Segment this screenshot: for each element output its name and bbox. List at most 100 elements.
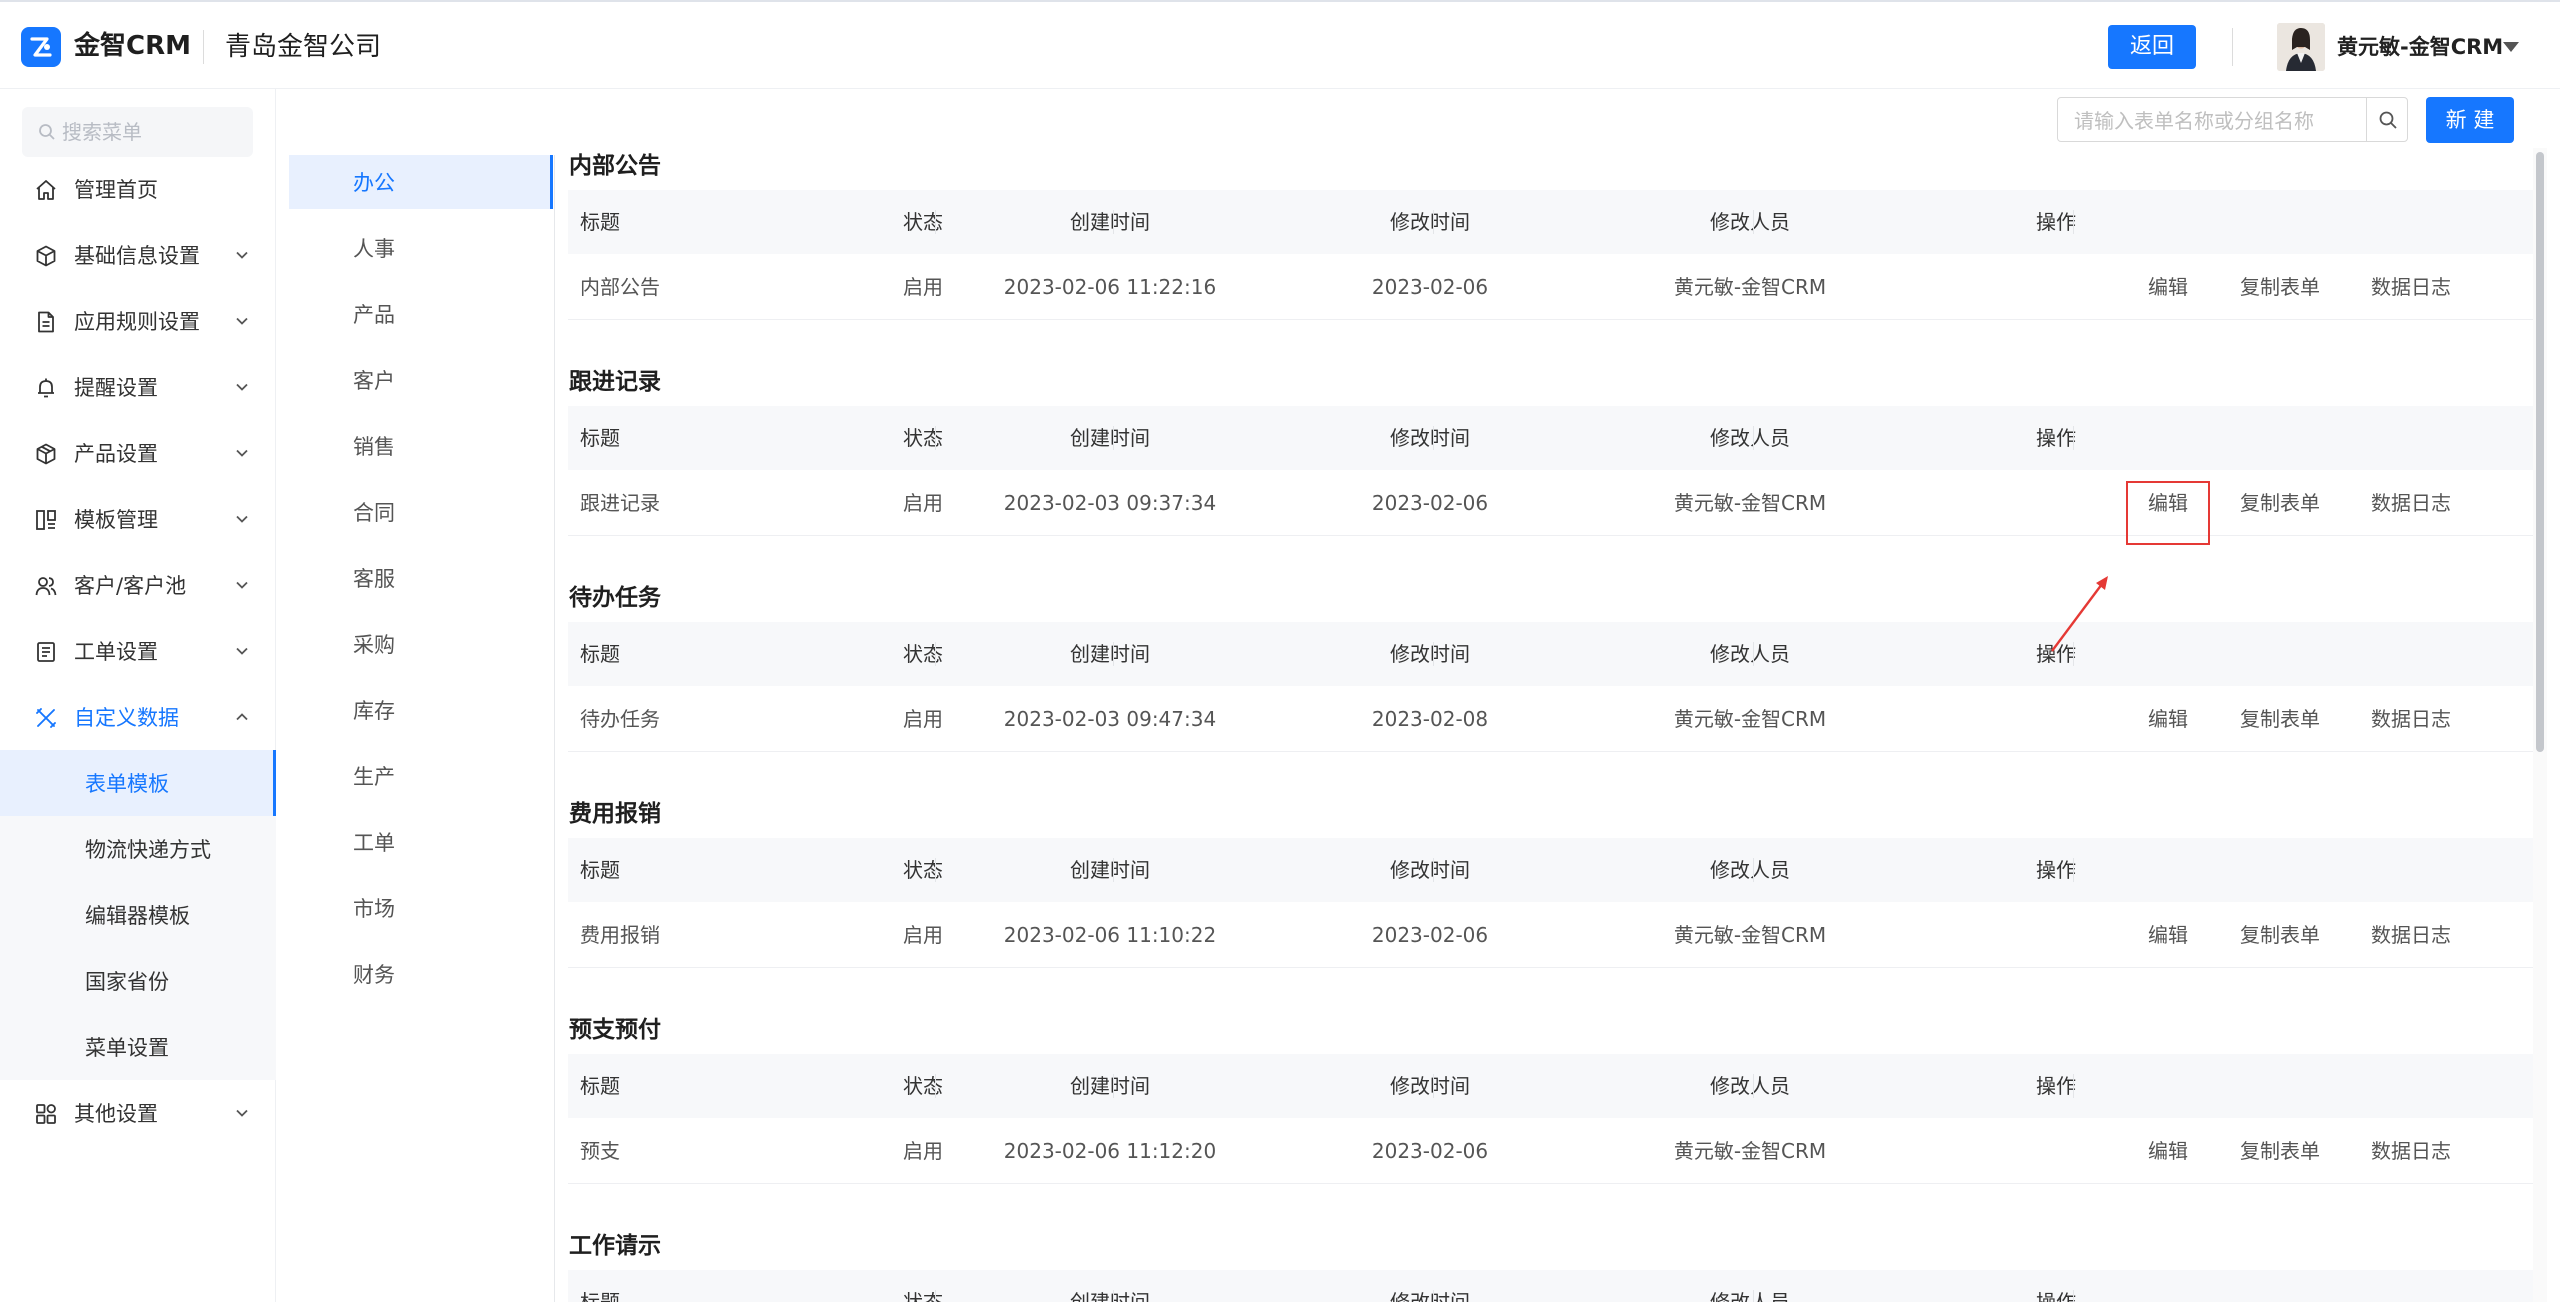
column-separator <box>2073 1074 2074 1098</box>
category-label: 销售 <box>353 435 395 459</box>
column-header: 修改时间 <box>1390 642 1470 666</box>
edit-link[interactable]: 编辑 <box>2148 1118 2188 1184</box>
section-title: 预支预付 <box>569 1017 661 1043</box>
form-search-input[interactable]: 请输入表单名称或分组名称 <box>2057 97 2367 142</box>
copy-form-link[interactable]: 复制表单 <box>2240 1118 2320 1184</box>
category-item-office[interactable]: 办公 <box>289 155 553 209</box>
copy-form-link[interactable]: 复制表单 <box>2240 902 2320 968</box>
sidebar-item-basic-info[interactable]: 基础信息设置 <box>0 222 276 288</box>
user-name[interactable]: 黄元敏-金智CRM <box>2337 30 2503 64</box>
category-item[interactable]: 采购 <box>289 617 553 671</box>
column-header: 修改人员 <box>1710 1290 1790 1302</box>
data-log-link[interactable]: 数据日志 <box>2371 1118 2451 1184</box>
data-log-link[interactable]: 数据日志 <box>2371 254 2451 320</box>
category-item[interactable]: 合同 <box>289 485 553 539</box>
sidebar-item-templates[interactable]: 模板管理 <box>0 486 276 552</box>
copy-form-link[interactable]: 复制表单 <box>2240 470 2320 536</box>
column-header: 修改时间 <box>1390 1074 1470 1098</box>
column-separator <box>1753 1074 1754 1098</box>
category-item[interactable]: 生产 <box>289 749 553 803</box>
column-separator <box>1113 642 1114 666</box>
column-header: 修改人员 <box>1710 858 1790 882</box>
column-header: 修改时间 <box>1390 1290 1470 1302</box>
sidebar-item-products[interactable]: 产品设置 <box>0 420 276 486</box>
category-item[interactable]: 库存 <box>289 683 553 737</box>
edit-link[interactable]: 编辑 <box>2148 254 2188 320</box>
category-item[interactable]: 客户 <box>289 353 553 407</box>
section-title: 跟进记录 <box>569 369 661 395</box>
column-separator <box>935 858 936 882</box>
new-form-button[interactable]: 新 建 <box>2426 97 2514 143</box>
scrollbar-thumb[interactable] <box>2536 152 2544 752</box>
copy-form-link[interactable]: 复制表单 <box>2240 254 2320 320</box>
table-row: 费用报销 启用 2023-02-06 11:10:22 2023-02-06 黄元敏-金… <box>568 902 2536 968</box>
category-label: 客户 <box>353 369 395 393</box>
sidebar-subitem-logistics[interactable]: 物流快递方式 <box>0 816 276 882</box>
category-label: 客服 <box>353 567 395 591</box>
category-item[interactable]: 人事 <box>289 221 553 275</box>
category-item[interactable]: 市场 <box>289 881 553 935</box>
cell-title: 费用报销 <box>580 923 660 947</box>
data-log-link[interactable]: 数据日志 <box>2371 686 2451 752</box>
category-item[interactable]: 客服 <box>289 551 553 605</box>
column-separator <box>1753 426 1754 450</box>
cell-modified: 2023-02-06 <box>1371 491 1489 515</box>
sidebar-subitem-editor-templates[interactable]: 编辑器模板 <box>0 882 276 948</box>
category-item[interactable]: 产品 <box>289 287 553 341</box>
column-separator <box>1433 1290 1434 1302</box>
edit-link[interactable]: 编辑 <box>2148 902 2188 968</box>
category-label: 生产 <box>353 765 395 789</box>
category-item[interactable]: 财务 <box>289 947 553 1001</box>
column-separator <box>1113 1290 1114 1302</box>
cell-modifier: 黄元敏-金智CRM <box>1673 1139 1827 1163</box>
column-separator <box>935 1074 936 1098</box>
column-header: 操作 <box>2036 426 2076 450</box>
highlight-box <box>2126 481 2210 545</box>
column-separator <box>935 426 936 450</box>
column-header: 创建时间 <box>1070 426 1150 450</box>
sidebar-item-other-settings[interactable]: 其他设置 <box>0 1080 276 1146</box>
table-header: 标题 状态 创建时间 修改时间 修改人员 操作 <box>568 1270 2536 1302</box>
copy-form-link[interactable]: 复制表单 <box>2240 686 2320 752</box>
column-header: 操作 <box>2036 210 2076 234</box>
menu-search-input[interactable]: 搜索菜单 <box>22 107 253 157</box>
sidebar-subitem-form-templates[interactable]: 表单模板 <box>0 750 276 816</box>
cell-created: 2023-02-03 09:47:34 <box>1003 707 1217 731</box>
column-header: 修改时间 <box>1390 858 1470 882</box>
avatar[interactable] <box>2277 23 2325 71</box>
edit-link[interactable]: 编辑 <box>2148 686 2188 752</box>
logo-icon <box>21 27 61 67</box>
sidebar-item-app-rules[interactable]: 应用规则设置 <box>0 288 276 354</box>
sidebar-item-tickets[interactable]: 工单设置 <box>0 618 276 684</box>
category-label: 财务 <box>353 963 395 987</box>
menu-search-placeholder: 搜索菜单 <box>62 120 142 144</box>
sidebar-item-home[interactable]: 管理首页 <box>0 156 276 222</box>
sidebar-item-label: 管理首页 <box>74 178 158 202</box>
category-label: 办公 <box>353 171 395 195</box>
cell-title: 预支 <box>580 1139 620 1163</box>
category-label: 合同 <box>353 501 395 525</box>
data-log-link[interactable]: 数据日志 <box>2371 902 2451 968</box>
data-log-link[interactable]: 数据日志 <box>2371 470 2451 536</box>
chevron-down-icon[interactable] <box>2503 42 2519 52</box>
sidebar-item-customers[interactable]: 客户/客户池 <box>0 552 276 618</box>
form-search-button[interactable] <box>2366 97 2408 142</box>
category-item[interactable]: 销售 <box>289 419 553 473</box>
table-row: 跟进记录 启用 2023-02-03 09:37:34 2023-02-06 黄元敏-金… <box>568 470 2536 545</box>
back-button[interactable]: 返回 <box>2108 25 2196 69</box>
column-separator <box>1113 858 1114 882</box>
sidebar-item-reminders[interactable]: 提醒设置 <box>0 354 276 420</box>
document-icon <box>38 311 54 333</box>
sidebar-item-label: 菜单设置 <box>85 1036 169 1060</box>
chevron-down-icon <box>236 251 248 259</box>
sidebar-item-label: 提醒设置 <box>74 376 158 400</box>
sidebar-item-custom-data[interactable]: 自定义数据 <box>0 684 276 750</box>
sidebar-subitem-menu-settings[interactable]: 菜单设置 <box>0 1014 276 1080</box>
sidebar-subitem-regions[interactable]: 国家省份 <box>0 948 276 1014</box>
chevron-down-icon <box>236 317 248 325</box>
column-header: 创建时间 <box>1070 210 1150 234</box>
cell-created: 2023-02-06 11:22:16 <box>1003 275 1217 299</box>
category-item[interactable]: 工单 <box>289 815 553 869</box>
table-header: 标题 状态 创建时间 修改时间 修改人员 操作 <box>568 838 2536 902</box>
cell-title: 待办任务 <box>580 707 660 731</box>
